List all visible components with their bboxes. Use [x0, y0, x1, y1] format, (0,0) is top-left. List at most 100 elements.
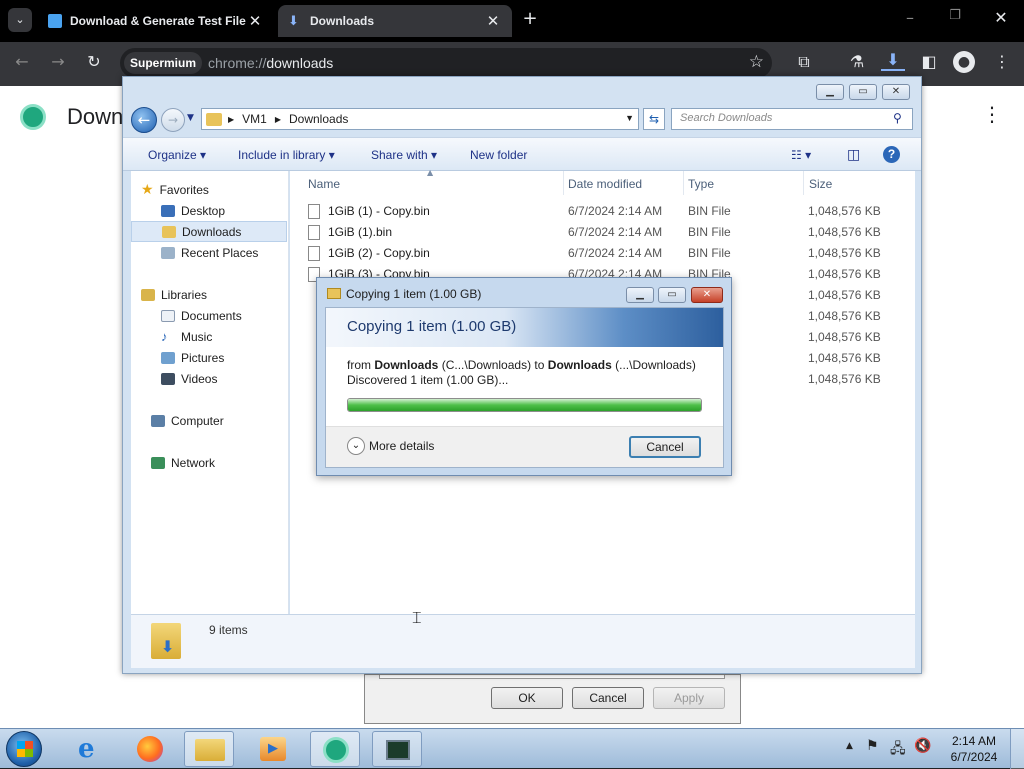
- restore-icon[interactable]: ❐: [943, 8, 967, 23]
- from-label: from: [347, 358, 371, 372]
- start-button[interactable]: [6, 731, 42, 767]
- back-button[interactable]: ←: [131, 107, 157, 133]
- nav-label: Libraries: [161, 287, 208, 302]
- network-tray-icon[interactable]: 🖧: [890, 738, 906, 762]
- include-in-library-menu[interactable]: Include in library ▾: [238, 148, 335, 162]
- copy-from-to-text: from Downloads (C...\Downloads) to Downl…: [347, 358, 696, 372]
- action-center-flag-icon[interactable]: ⚑: [866, 738, 879, 754]
- address-dropdown-icon[interactable]: ▼: [625, 113, 634, 123]
- column-type[interactable]: Type: [688, 177, 714, 191]
- page-menu-icon[interactable]: ⋮: [982, 102, 1002, 126]
- tray-show-hidden-icon[interactable]: ▲: [846, 741, 853, 751]
- nav-libraries[interactable]: Libraries: [141, 284, 297, 305]
- side-panel-icon[interactable]: ◧: [917, 52, 941, 71]
- history-dropdown-icon[interactable]: ▼: [187, 113, 194, 123]
- more-details-toggle[interactable]: ⌄ More details: [347, 437, 434, 455]
- supermium-taskbar-icon[interactable]: [310, 731, 360, 767]
- tab-close-icon[interactable]: ✕: [484, 12, 502, 30]
- item-count: 9 items: [209, 623, 248, 637]
- table-row[interactable]: 1GiB (1) - Copy.bin 6/7/2024 2:14 AM BIN…: [308, 201, 908, 222]
- sort-arrow-icon: ▲: [427, 168, 434, 177]
- download-arrow-icon: ⬇: [161, 637, 175, 656]
- extensions-icon[interactable]: ⧉: [792, 52, 816, 72]
- file-size: 1,048,576 KB: [808, 372, 881, 386]
- reload-icon[interactable]: ↻: [82, 52, 106, 71]
- help-icon[interactable]: ?: [883, 146, 900, 163]
- profile-avatar-icon[interactable]: ●: [953, 51, 975, 73]
- share-with-label: Share with: [371, 148, 428, 162]
- new-tab-icon[interactable]: +: [518, 8, 542, 29]
- explorer-taskbar-icon[interactable]: [184, 731, 234, 767]
- nav-downloads[interactable]: Downloads: [131, 221, 287, 242]
- refresh-button[interactable]: ⇆: [643, 108, 665, 130]
- labs-flask-icon[interactable]: ⚗: [845, 52, 869, 71]
- url-text: chrome://downloads: [208, 55, 333, 71]
- bookmark-star-icon[interactable]: ☆: [749, 52, 764, 72]
- clock-date: 6/7/2024: [950, 750, 998, 764]
- file-size: 1,048,576 KB: [808, 204, 881, 218]
- media-player-icon[interactable]: ▶: [248, 731, 298, 767]
- clock[interactable]: 2:14 AM 6/7/2024: [946, 733, 1002, 765]
- from-path: (C...\Downloads): [441, 358, 532, 372]
- maximize-button[interactable]: ▭: [658, 287, 686, 303]
- volume-muted-icon[interactable]: 🔇: [914, 738, 931, 754]
- firefox-icon[interactable]: [126, 731, 176, 767]
- views-icon[interactable]: ☷ ▾: [791, 148, 811, 162]
- dialog-input-frame: [379, 675, 725, 679]
- file-date: 6/7/2024 2:14 AM: [568, 225, 663, 239]
- tab-download-generate[interactable]: Download & Generate Test File ✕: [38, 5, 274, 37]
- nav-label: Downloads: [182, 224, 242, 239]
- preview-pane-icon[interactable]: ◫: [847, 146, 860, 163]
- ok-button[interactable]: OK: [491, 687, 563, 709]
- nav-favorites[interactable]: ★ Favorites: [141, 179, 297, 200]
- cancel-button[interactable]: Cancel: [572, 687, 644, 709]
- show-desktop-button[interactable]: [1010, 729, 1024, 769]
- tab-close-icon[interactable]: ✕: [246, 12, 264, 30]
- column-date-modified[interactable]: Date modified: [568, 177, 642, 191]
- file-size: 1,048,576 KB: [808, 288, 881, 302]
- tab-downloads[interactable]: ⬇ Downloads ✕: [278, 5, 512, 37]
- column-name[interactable]: Name: [308, 177, 340, 191]
- media-logo-icon: ▶: [260, 737, 286, 761]
- folder-download-icon: ⬇: [151, 623, 181, 659]
- omnibox[interactable]: Supermium chrome://downloads ☆: [120, 48, 772, 78]
- breadcrumb-vm1[interactable]: VM1: [242, 112, 267, 126]
- maximize-button[interactable]: ▭: [849, 84, 877, 100]
- desktop-icon: [161, 204, 175, 217]
- address-bar[interactable]: ▶ VM1 ▶ Downloads ▼: [201, 108, 639, 130]
- share-with-menu[interactable]: Share with ▾: [371, 148, 437, 162]
- nav-label: Desktop: [181, 203, 226, 218]
- copy-cancel-button[interactable]: Cancel: [629, 436, 701, 458]
- internet-explorer-icon[interactable]: e: [66, 731, 116, 767]
- nav-label: Network: [171, 455, 216, 470]
- organize-menu[interactable]: Organize ▾: [148, 148, 206, 162]
- minimize-button[interactable]: ▁: [816, 84, 844, 100]
- apply-button[interactable]: Apply: [653, 687, 725, 709]
- close-button[interactable]: ✕: [882, 84, 910, 100]
- forward-icon[interactable]: →: [46, 52, 70, 71]
- table-row[interactable]: 1GiB (2) - Copy.bin 6/7/2024 2:14 AM BIN…: [308, 243, 908, 264]
- close-window-icon[interactable]: ✕: [989, 8, 1013, 27]
- file-size: 1,048,576 KB: [808, 309, 881, 323]
- copy-dialog-header: Copying 1 item (1.00 GB): [326, 308, 723, 347]
- minimize-icon[interactable]: –: [898, 8, 922, 27]
- menu-kebab-icon[interactable]: ⋮: [990, 52, 1014, 71]
- forward-button[interactable]: →: [161, 108, 185, 132]
- nav-computer[interactable]: Computer: [151, 410, 307, 431]
- task-manager-icon[interactable]: [372, 731, 422, 767]
- close-button[interactable]: ✕: [691, 287, 723, 303]
- to-label: to: [534, 358, 545, 372]
- new-folder-button[interactable]: New folder: [470, 148, 527, 162]
- nav-network[interactable]: Network: [151, 452, 307, 473]
- search-icon: ⚲: [893, 111, 902, 125]
- back-icon[interactable]: ←: [10, 52, 34, 71]
- copy-dialog-body: Copying 1 item (1.00 GB) from Downloads …: [325, 307, 724, 468]
- nav-label: Recent Places: [181, 245, 259, 260]
- table-row[interactable]: 1GiB (1).bin 6/7/2024 2:14 AM BIN File 1…: [308, 222, 908, 243]
- column-size[interactable]: Size: [809, 177, 832, 191]
- downloads-icon[interactable]: ⬇: [881, 50, 905, 71]
- minimize-button[interactable]: ▁: [626, 287, 654, 303]
- search-input[interactable]: Search Downloads: [671, 108, 913, 130]
- tab-search-chevron-icon[interactable]: ⌄: [8, 8, 32, 32]
- breadcrumb-downloads[interactable]: Downloads: [289, 112, 348, 126]
